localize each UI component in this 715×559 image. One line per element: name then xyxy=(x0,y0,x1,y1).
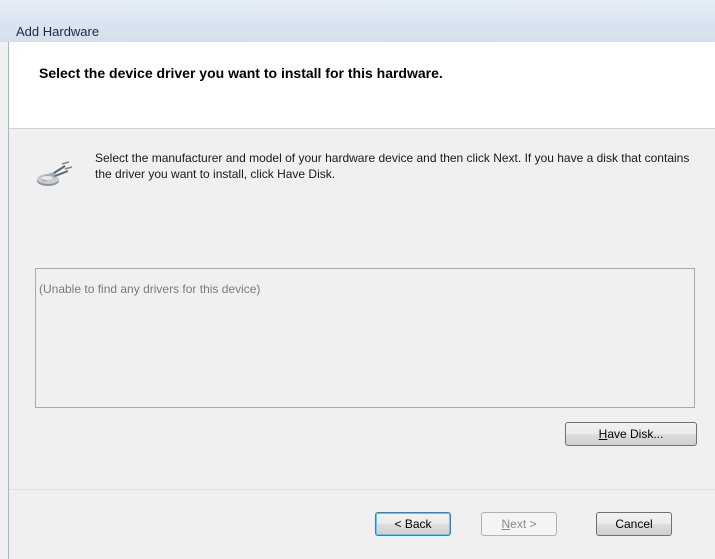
next-button[interactable]: Next > xyxy=(481,512,557,536)
have-disk-label: ave Disk... xyxy=(607,427,664,441)
title-bar[interactable]: Add Hardware xyxy=(0,0,715,42)
next-label: ext > xyxy=(510,517,537,531)
instructions-text: Select the manufacturer and model of you… xyxy=(95,151,690,181)
hardware-cable-icon xyxy=(35,154,75,190)
window-title: Add Hardware xyxy=(16,24,100,39)
driver-list-box[interactable]: (Unable to find any drivers for this dev… xyxy=(35,268,695,408)
next-mnemonic: N xyxy=(501,517,511,531)
cancel-button[interactable]: Cancel xyxy=(596,512,672,536)
back-button[interactable]: < Back xyxy=(375,512,451,536)
have-disk-button[interactable]: Have Disk... xyxy=(565,422,697,446)
footer-divider xyxy=(9,489,715,490)
wizard-client-area: Select the device driver you want to ins… xyxy=(8,42,715,559)
add-hardware-window: Add Hardware Select the device driver yo… xyxy=(0,0,715,559)
driver-list-empty-message: (Unable to find any drivers for this dev… xyxy=(39,282,261,296)
wizard-header: Select the device driver you want to ins… xyxy=(9,42,715,129)
page-title: Select the device driver you want to ins… xyxy=(39,65,443,81)
